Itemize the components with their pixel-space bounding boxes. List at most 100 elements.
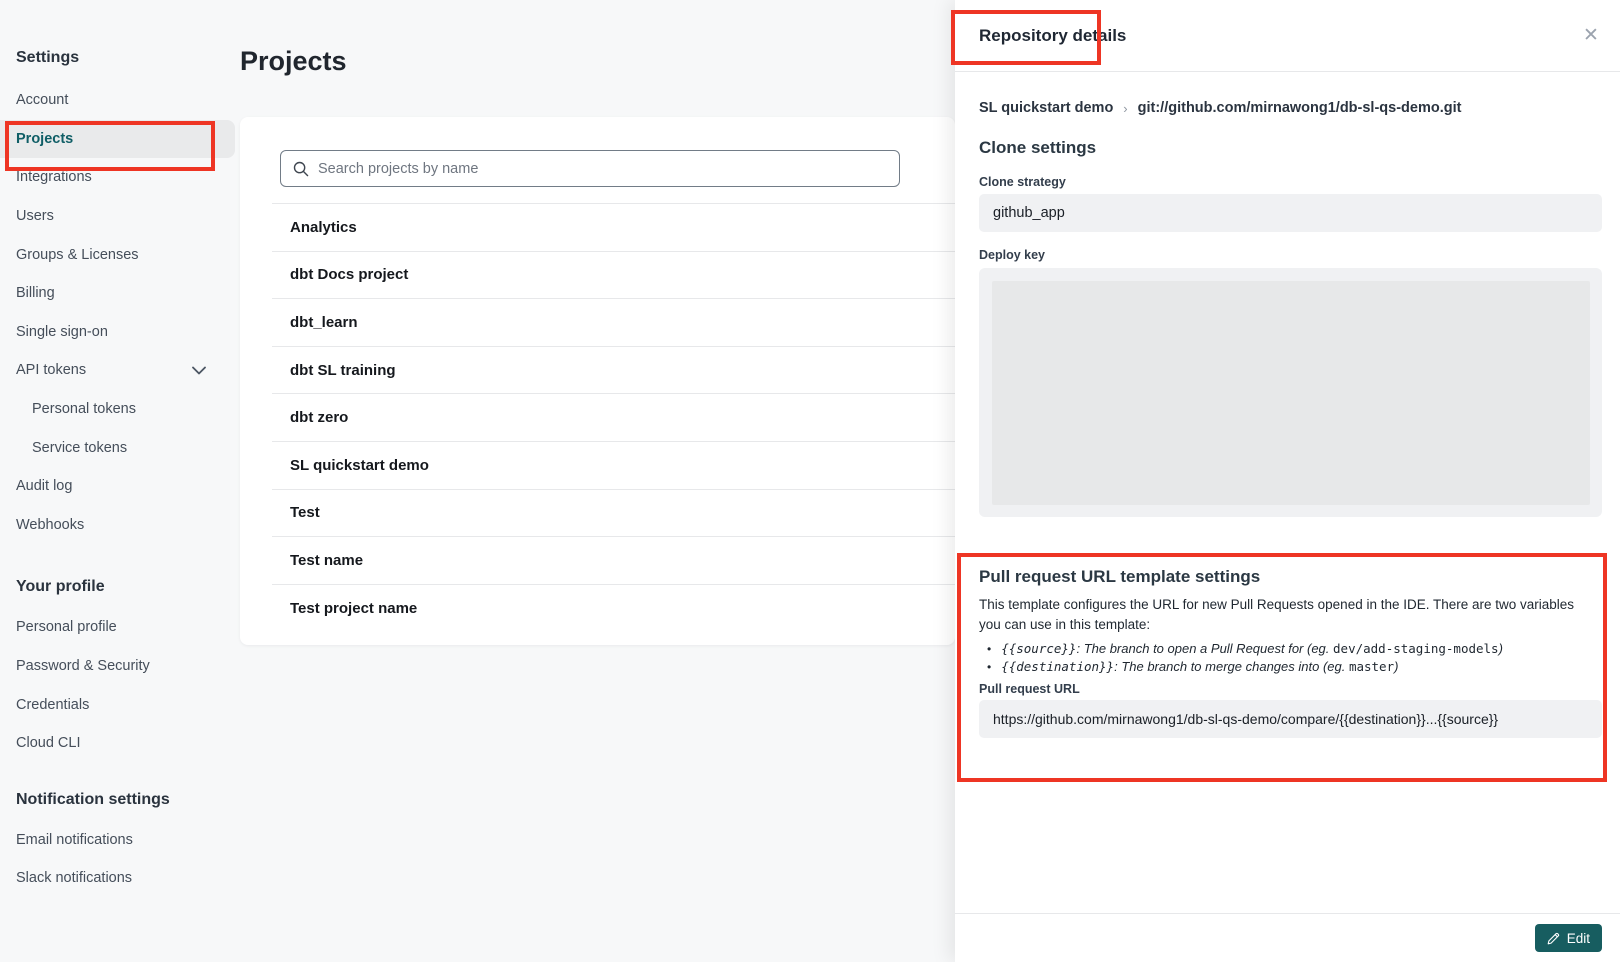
project-row[interactable]: Analytics xyxy=(272,203,955,251)
sidebar-item-password-security[interactable]: Password & Security xyxy=(0,647,240,686)
sidebar-item-billing[interactable]: Billing xyxy=(0,274,240,313)
project-name: dbt_learn xyxy=(290,314,358,331)
sidebar-item-label: Account xyxy=(16,92,68,108)
sidebar-item-projects[interactable]: Projects xyxy=(0,120,235,159)
breadcrumb-project[interactable]: SL quickstart demo xyxy=(979,100,1113,116)
sidebar-item-label: Webhooks xyxy=(16,517,84,533)
sidebar-item-label: Credentials xyxy=(16,697,89,713)
project-name: dbt SL training xyxy=(290,362,396,379)
settings-sidebar: Settings Account Projects Integrations U… xyxy=(0,49,240,898)
project-list: Analytics dbt Docs project dbt_learn dbt… xyxy=(240,203,955,631)
pr-example-branch: dev/add-staging-models xyxy=(1333,641,1499,656)
clone-strategy-value: github_app xyxy=(979,194,1602,232)
pull-request-url-label: Pull request URL xyxy=(979,682,1080,696)
pr-bullet-destination: {{destination}}: The branch to merge cha… xyxy=(987,658,1503,676)
app-root: { "colors": { "page_bg": "#f7f8f9", "acc… xyxy=(0,0,1620,962)
project-search-box xyxy=(280,150,900,187)
sidebar-item-label: Groups & Licenses xyxy=(16,247,139,263)
sidebar-item-label: Projects xyxy=(16,131,73,147)
sidebar-item-label: Slack notifications xyxy=(16,870,132,886)
project-name: SL quickstart demo xyxy=(290,457,429,474)
drawer-header: Repository details ✕ xyxy=(955,0,1620,72)
sidebar-item-users[interactable]: Users xyxy=(0,197,240,236)
sidebar-item-label: Audit log xyxy=(16,478,72,494)
project-name: dbt zero xyxy=(290,409,348,426)
pr-template-description: This template configures the URL for new… xyxy=(979,595,1579,634)
sidebar-item-cloud-cli[interactable]: Cloud CLI xyxy=(0,724,240,763)
repository-details-drawer: Repository details ✕ SL quickstart demo … xyxy=(955,0,1620,962)
breadcrumb-separator-icon: › xyxy=(1123,101,1127,116)
pr-bullet-suffix: ) xyxy=(1499,641,1503,656)
projects-card: Analytics dbt Docs project dbt_learn dbt… xyxy=(240,117,955,645)
sidebar-item-account[interactable]: Account xyxy=(0,81,240,120)
project-name: dbt Docs project xyxy=(290,266,408,283)
sidebar-item-single-sign-on[interactable]: Single sign-on xyxy=(0,313,240,352)
sidebar-item-label: Personal profile xyxy=(16,619,117,635)
sidebar-item-personal-profile[interactable]: Personal profile xyxy=(0,608,240,647)
project-row[interactable]: Test project name xyxy=(272,584,955,632)
sidebar-item-label: Users xyxy=(16,208,54,224)
project-row[interactable]: dbt_learn xyxy=(272,298,955,346)
drawer-title: Repository details xyxy=(979,26,1126,46)
pr-variable-destination: {{destination}} xyxy=(1001,659,1114,674)
project-name: Test project name xyxy=(290,600,417,617)
sidebar-item-label: Email notifications xyxy=(16,832,133,848)
edit-button-label: Edit xyxy=(1567,931,1590,946)
project-row[interactable]: Test name xyxy=(272,536,955,584)
chevron-down-icon xyxy=(192,366,206,375)
edit-button[interactable]: Edit xyxy=(1535,924,1602,952)
sidebar-item-service-tokens[interactable]: Service tokens xyxy=(0,428,240,467)
pr-example-branch: master xyxy=(1349,659,1394,674)
sidebar-item-label: Password & Security xyxy=(16,658,150,674)
project-row[interactable]: dbt Docs project xyxy=(272,251,955,299)
page-title: Projects xyxy=(240,46,347,77)
breadcrumb-repository-url: git://github.com/mirnawong1/db-sl-qs-dem… xyxy=(1138,100,1462,116)
sidebar-item-label: Cloud CLI xyxy=(16,735,80,751)
search-icon xyxy=(293,161,309,177)
pr-bullet-text: : The branch to open a Pull Request for … xyxy=(1076,641,1333,656)
project-row[interactable]: dbt SL training xyxy=(272,346,955,394)
project-row[interactable]: SL quickstart demo xyxy=(272,441,955,489)
clone-strategy-label: Clone strategy xyxy=(979,175,1066,189)
breadcrumb: SL quickstart demo › git://github.com/mi… xyxy=(979,100,1461,116)
pr-template-heading: Pull request URL template settings xyxy=(979,567,1260,587)
deploy-key-redacted-value xyxy=(992,281,1590,505)
search-input[interactable] xyxy=(318,161,887,177)
drawer-footer: Edit xyxy=(955,913,1620,962)
sidebar-item-webhooks[interactable]: Webhooks xyxy=(0,506,240,545)
sidebar-item-personal-tokens[interactable]: Personal tokens xyxy=(0,390,240,429)
sidebar-item-email-notifications[interactable]: Email notifications xyxy=(0,821,240,860)
sidebar-item-label: Single sign-on xyxy=(16,324,108,340)
deploy-key-box xyxy=(979,268,1602,517)
sidebar-item-label: Integrations xyxy=(16,169,92,185)
deploy-key-label: Deploy key xyxy=(979,248,1045,262)
sidebar-item-groups-licenses[interactable]: Groups & Licenses xyxy=(0,235,240,274)
pr-bullet-suffix: ) xyxy=(1394,659,1398,674)
close-icon[interactable]: ✕ xyxy=(1576,20,1606,50)
sidebar-item-label: Service tokens xyxy=(32,440,127,456)
sidebar-item-integrations[interactable]: Integrations xyxy=(0,158,240,197)
sidebar-heading-settings: Settings xyxy=(16,49,240,67)
pr-template-bullets: {{source}}: The branch to open a Pull Re… xyxy=(987,640,1503,676)
project-row[interactable]: dbt zero xyxy=(272,393,955,441)
sidebar-item-label: API tokens xyxy=(16,362,86,378)
project-name: Analytics xyxy=(290,219,357,236)
pr-bullet-text: : The branch to merge changes into (eg. xyxy=(1114,659,1349,674)
pull-request-url-value: https://github.com/mirnawong1/db-sl-qs-d… xyxy=(979,700,1602,738)
sidebar-item-audit-log[interactable]: Audit log xyxy=(0,467,240,506)
sidebar-item-credentials[interactable]: Credentials xyxy=(0,685,240,724)
pr-bullet-source: {{source}}: The branch to open a Pull Re… xyxy=(987,640,1503,658)
sidebar-heading-notification-settings: Notification settings xyxy=(16,791,240,809)
sidebar-heading-your-profile: Your profile xyxy=(16,578,240,596)
sidebar-item-label: Personal tokens xyxy=(32,401,136,417)
project-row[interactable]: Test xyxy=(272,489,955,537)
project-name: Test xyxy=(290,504,320,521)
clone-settings-heading: Clone settings xyxy=(979,138,1096,158)
project-name: Test name xyxy=(290,552,363,569)
pr-variable-source: {{source}} xyxy=(1001,641,1076,656)
sidebar-item-slack-notifications[interactable]: Slack notifications xyxy=(0,859,240,898)
pencil-icon xyxy=(1547,932,1560,945)
drawer-body: SL quickstart demo › git://github.com/mi… xyxy=(955,72,1620,913)
sidebar-item-api-tokens[interactable]: API tokens xyxy=(0,351,240,390)
sidebar-item-label: Billing xyxy=(16,285,55,301)
